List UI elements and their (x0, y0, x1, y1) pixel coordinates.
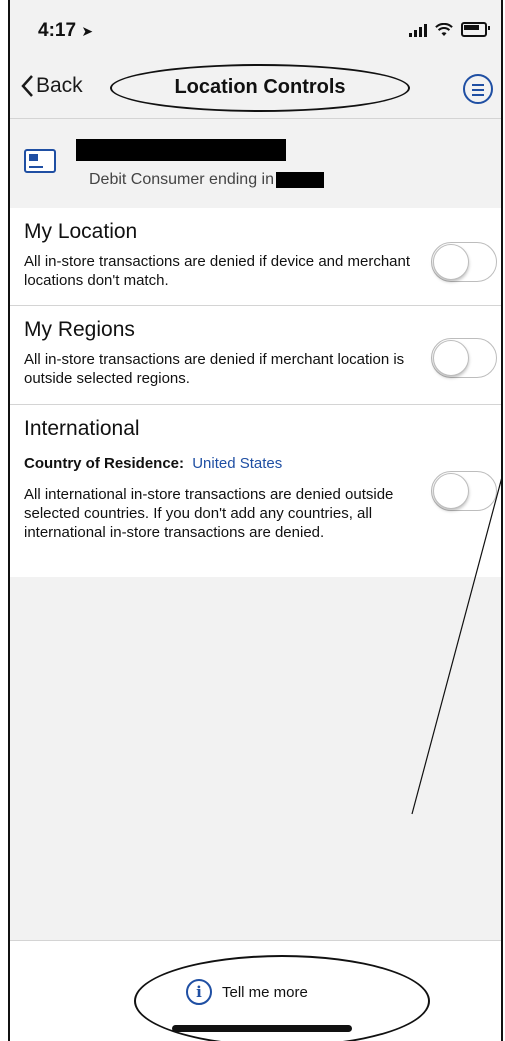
back-button[interactable]: Back (20, 74, 83, 98)
my-location-section: My Location All in-store transactions ar… (10, 208, 501, 306)
location-arrow-icon: ➤ (81, 23, 94, 39)
country-value[interactable]: United States (192, 455, 282, 472)
card-last4-redacted (276, 171, 324, 188)
info-icon: i (186, 979, 212, 1005)
toggle-knob (433, 244, 469, 280)
home-indicator[interactable] (172, 1025, 352, 1032)
wifi-icon (435, 22, 453, 36)
my-regions-toggle[interactable] (431, 338, 497, 378)
page-title: Location Controls (174, 76, 346, 98)
international-toggle[interactable] (431, 471, 497, 511)
my-regions-title: My Regions (24, 318, 135, 341)
my-location-toggle[interactable] (431, 242, 497, 282)
international-section: International Country of Residence: Unit… (10, 405, 501, 577)
toggle-knob (433, 340, 469, 376)
menu-button[interactable] (463, 74, 493, 104)
nav-bar: Back Location Controls (10, 64, 501, 118)
tell-me-more-button[interactable]: i Tell me more (186, 979, 308, 1005)
my-regions-section: My Regions All in-store transactions are… (10, 306, 501, 405)
battery-icon (461, 22, 490, 37)
my-location-title: My Location (24, 220, 138, 243)
country-label: Country of Residence: (24, 455, 185, 472)
status-bar: 4:17 ➤ (10, 0, 501, 64)
card-subtitle-text: Debit Consumer ending in (89, 171, 274, 188)
menu-icon-line (472, 89, 484, 91)
chevron-left-icon (20, 74, 34, 98)
status-time: 4:17 ➤ (38, 20, 93, 42)
back-label: Back (36, 74, 83, 97)
menu-icon-line (472, 94, 484, 96)
menu-icon (472, 84, 484, 86)
phone-screen: 4:17 ➤ Back Location Controls Debit Cons… (8, 0, 503, 1041)
cardholder-name-redacted (76, 139, 286, 161)
footer: i Tell me more (10, 940, 501, 1041)
tell-me-more-label: Tell me more (222, 983, 308, 1001)
signal-icon (409, 23, 427, 37)
status-icons (409, 22, 490, 37)
my-location-description: All in-store transactions are denied if … (24, 253, 411, 289)
card-icon (24, 149, 56, 173)
card-subtitle: Debit Consumer ending in (89, 171, 324, 189)
international-description: All international in-store transactions … (24, 486, 394, 541)
status-time-text: 4:17 (38, 20, 77, 41)
my-regions-description: All in-store transactions are denied if … (24, 351, 405, 387)
toggle-knob (433, 473, 469, 509)
country-of-residence: Country of Residence: United States (24, 455, 282, 472)
card-header: Debit Consumer ending in (10, 118, 501, 209)
international-title: International (24, 417, 140, 440)
